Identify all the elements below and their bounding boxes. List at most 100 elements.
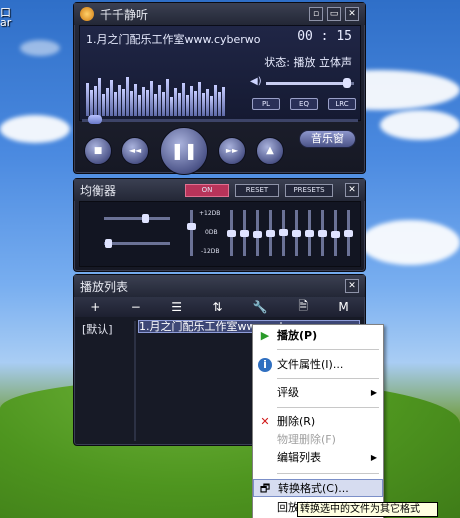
spectrum-bar xyxy=(102,94,105,116)
eq-band-knob[interactable] xyxy=(331,230,340,238)
eq-reset-button[interactable]: RESET xyxy=(235,183,279,197)
close-button[interactable]: ✕ xyxy=(345,7,359,21)
eq-band-slider[interactable] xyxy=(344,210,353,256)
submenu-arrow-icon: ▶ xyxy=(370,453,377,462)
seek-bar[interactable] xyxy=(82,115,358,124)
volume-fill xyxy=(266,82,347,85)
eq-band-knob[interactable] xyxy=(318,230,327,237)
eq-band-slider[interactable] xyxy=(266,210,275,256)
spectrum-bar xyxy=(158,85,161,116)
playlist-splitter[interactable] xyxy=(134,321,136,441)
file-icon[interactable]: 🗎 xyxy=(298,297,308,318)
delete-icon: ✕ xyxy=(260,415,270,428)
eq-band-knob[interactable] xyxy=(344,230,353,237)
eq-band-knob[interactable] xyxy=(305,230,314,237)
eq-close-button[interactable]: ✕ xyxy=(345,183,359,197)
menu-item-properties[interactable]: i 文件属性(I)... xyxy=(253,356,383,374)
spectrum-bar xyxy=(178,92,181,116)
eq-band-slider[interactable] xyxy=(279,210,288,256)
surround-knob[interactable] xyxy=(104,239,112,248)
spectrum-bar xyxy=(150,81,153,116)
spectrum-bar xyxy=(210,96,213,116)
playlist-title: 播放列表 xyxy=(80,279,129,294)
spectrum-bar xyxy=(94,86,97,116)
spectrum-bar xyxy=(86,82,89,116)
spectrum-bar xyxy=(106,87,109,116)
playlist-category[interactable]: [默认] xyxy=(82,321,113,337)
surround-slider[interactable] xyxy=(104,239,170,248)
eq-panel: +12DB 0DB -12DB xyxy=(79,201,361,267)
volume-knob[interactable] xyxy=(342,78,351,88)
spectrum-bar xyxy=(198,81,201,116)
eq-band-slider[interactable] xyxy=(253,210,262,256)
pl-button[interactable]: PL xyxy=(252,98,280,110)
eq-button[interactable]: EQ xyxy=(290,98,318,110)
app-logo-icon xyxy=(80,7,94,21)
eq-band-knob[interactable] xyxy=(266,230,275,237)
eq-band-slider[interactable] xyxy=(227,210,236,256)
minimize-button[interactable]: ▭ xyxy=(327,7,341,21)
eq-band-slider[interactable] xyxy=(292,210,301,256)
time-display[interactable]: 00 : 15 xyxy=(297,29,352,44)
eject-button[interactable]: ▲ xyxy=(256,137,284,165)
menu-item-physical-delete[interactable]: 物理删除(F) xyxy=(253,431,383,449)
player-main-window: 千千静听 ▫ ▭ ✕ 1.月之门配乐工作室www.cyberwo 00 : 15… xyxy=(73,2,366,175)
eq-on-button[interactable]: ON xyxy=(185,183,229,197)
remove-icon[interactable]: − xyxy=(131,300,141,314)
mode-icon[interactable]: M xyxy=(338,300,348,314)
spectrum-bar xyxy=(134,83,137,116)
eq-band-knob[interactable] xyxy=(227,230,236,237)
mini-mode-button[interactable]: ▫ xyxy=(309,7,323,21)
eq-band-knob[interactable] xyxy=(240,230,249,237)
eq-band-slider[interactable] xyxy=(240,210,249,256)
menu-item-label: 编辑列表 xyxy=(277,451,321,464)
next-button[interactable]: ►► xyxy=(218,137,246,165)
convert-icon: 🗗 xyxy=(259,482,271,495)
eq-band-slider[interactable] xyxy=(331,210,340,256)
eq-preamp-slider[interactable] xyxy=(187,210,196,256)
spectrum-bar xyxy=(98,78,101,116)
eq-titlebar[interactable]: 均衡器 ON RESET PRESETS ✕ xyxy=(74,179,365,201)
seek-knob[interactable] xyxy=(88,115,102,124)
menu-item-play[interactable]: ▶ 播放(P) xyxy=(253,327,383,345)
app-title: 千千静听 xyxy=(100,7,149,22)
spectrum-bar xyxy=(190,86,193,116)
eq-band-knob[interactable] xyxy=(253,230,262,238)
volume-slider[interactable] xyxy=(266,78,354,88)
eq-band-knob[interactable] xyxy=(187,223,196,231)
main-titlebar[interactable]: 千千静听 ▫ ▭ ✕ xyxy=(74,3,365,25)
tooltip: 转换选中的文件为其它格式 xyxy=(297,502,438,517)
sort-icon[interactable]: ⇅ xyxy=(212,300,222,314)
list-icon[interactable]: ☰ xyxy=(171,300,182,314)
stop-button[interactable]: ■ xyxy=(84,137,112,165)
eq-band-slider[interactable] xyxy=(305,210,314,256)
add-icon[interactable]: + xyxy=(90,300,100,314)
spectrum-bar xyxy=(142,86,145,116)
music-window-button[interactable]: 音乐窗 xyxy=(299,130,356,148)
balance-slider[interactable] xyxy=(104,214,170,223)
menu-item-rating[interactable]: 评级 ▶ xyxy=(253,384,383,402)
playlist-titlebar[interactable]: 播放列表 ✕ xyxy=(74,275,365,297)
eq-title: 均衡器 xyxy=(80,183,117,198)
menu-item-convert[interactable]: 🗗 转换格式(C)... xyxy=(253,479,383,497)
spectrum-visualizer[interactable] xyxy=(86,62,236,116)
menu-item-edit-list[interactable]: 编辑列表 ▶ xyxy=(253,449,383,467)
desktop-icon-label[interactable]: ar xyxy=(0,16,11,29)
balance-knob[interactable] xyxy=(141,214,149,223)
wrench-icon[interactable]: 🔧 xyxy=(253,300,268,314)
eq-band-slider[interactable] xyxy=(318,210,327,256)
playlist-close-button[interactable]: ✕ xyxy=(345,279,359,293)
eq-presets-button[interactable]: PRESETS xyxy=(285,183,333,197)
spectrum-bar xyxy=(146,89,149,116)
previous-button[interactable]: ◄◄ xyxy=(121,137,149,165)
speaker-icon[interactable]: ◀) xyxy=(250,76,262,87)
db-minus-label: -12DB xyxy=(201,248,220,255)
pause-button[interactable]: ❚❚ xyxy=(160,127,208,175)
spectrum-bar xyxy=(222,87,225,116)
eq-band-knob[interactable] xyxy=(292,230,301,237)
spectrum-bar xyxy=(122,89,125,116)
eq-band-knob[interactable] xyxy=(279,229,288,237)
lrc-button[interactable]: LRC xyxy=(328,98,356,110)
menu-item-delete[interactable]: ✕ 删除(R) xyxy=(253,413,383,431)
spectrum-bar xyxy=(130,91,133,116)
